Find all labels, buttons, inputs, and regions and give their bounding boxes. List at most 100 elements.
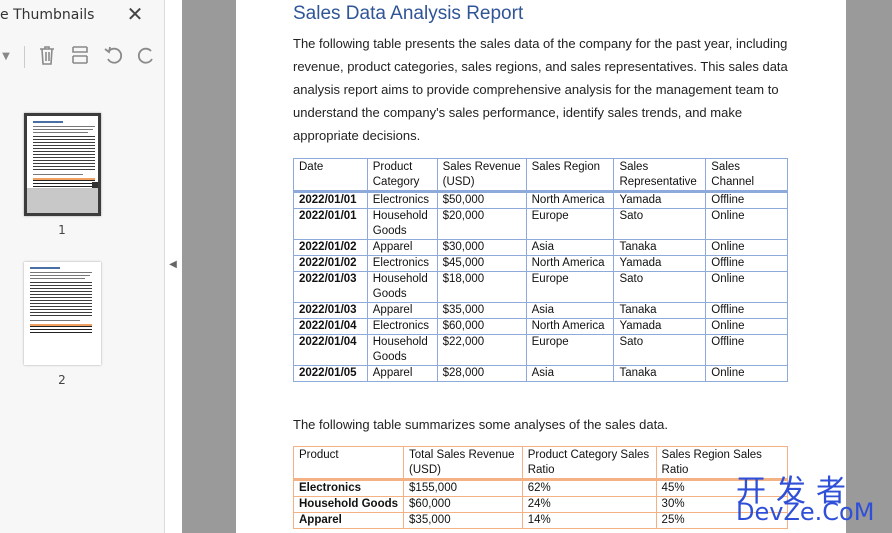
thumb-text-line (33, 174, 83, 175)
table-cell: Offline (705, 302, 788, 319)
table-cell: $155,000 (403, 479, 523, 497)
table-cell: Household Goods (366, 208, 438, 240)
table-cell: Europe (525, 334, 615, 366)
caret-down-icon: ▼ (2, 51, 10, 62)
column-header: Sales Representative (613, 158, 707, 193)
table-cell: $60,000 (403, 496, 523, 513)
table-cell: 2022/01/03 (293, 302, 368, 319)
thumb-table (30, 282, 92, 316)
close-icon: ✕ (126, 2, 144, 26)
table-cell: Apparel (366, 239, 438, 256)
document-viewer[interactable]: Sales Data Analysis Report The following… (182, 0, 892, 533)
table-cell: $18,000 (436, 271, 527, 303)
rotate-left-icon (104, 46, 123, 64)
table-cell: Sato (613, 271, 707, 303)
column-header: Date (293, 158, 368, 193)
page-thumbnail-2[interactable] (24, 262, 101, 365)
thumb-summary-table (30, 324, 92, 334)
table-cell: Electronics (366, 191, 438, 209)
table-cell: Asia (525, 302, 615, 319)
table-cell: Electronics (366, 255, 438, 272)
table-cell: Household Goods (292, 496, 405, 513)
table-cell: $50,000 (436, 191, 527, 209)
table-cell: 2022/01/02 (293, 239, 368, 256)
table-row: 2022/01/03 Apparel $35,000 Asia Tanaka Offlin… (293, 302, 788, 319)
table-cell: 2022/01/01 (293, 208, 368, 240)
table-cell: 2022/01/01 (293, 191, 368, 209)
sales-data-table: Date Product Category Sales Revenue (USD) Sal… (293, 158, 788, 382)
watermark-text-en: DevZe.CoM (736, 498, 875, 526)
thumbnails-panel: e Thumbnails ✕ ▼ 1 2 (0, 0, 165, 533)
table-cell: Electronics (366, 318, 438, 335)
table-row: Electronics $155,000 62% 45% (292, 479, 789, 497)
table-cell: 2022/01/04 (293, 334, 368, 366)
table-cell: Online (705, 239, 788, 256)
table-row: Apparel $35,000 14% 25% (292, 512, 789, 529)
thumb-summary-table (33, 178, 95, 188)
table-cell: Yamada (613, 318, 707, 335)
thumb-text-line (33, 126, 95, 127)
table-row: 2022/01/01 Household Goods $20,000 Europe Sa… (293, 208, 788, 240)
table-cell: Yamada (613, 191, 707, 209)
column-header: Sales Revenue (USD) (436, 158, 527, 193)
table-cell: $45,000 (436, 255, 527, 272)
thumb-resize-handle[interactable] (92, 182, 98, 188)
rotate-left-button[interactable] (103, 44, 125, 70)
table-header-row: Date Product Category Sales Revenue (USD) Sal… (293, 158, 788, 193)
caret-left-icon: ◀ (169, 259, 177, 270)
close-panel-button[interactable]: ✕ (125, 3, 145, 25)
page-thumbnail-1[interactable] (24, 113, 101, 216)
table-cell: Yamada (613, 255, 707, 272)
table-cell: 2022/01/02 (293, 255, 368, 272)
column-header: Sales Channel (705, 158, 788, 193)
thumb-viewport-shade (27, 188, 98, 213)
table-cell: Online (705, 365, 788, 382)
table-cell: 24% (521, 496, 657, 513)
table-cell: $30,000 (436, 239, 527, 256)
summary-paragraph: The following table summarizes some anal… (293, 417, 669, 432)
table-cell: North America (525, 255, 615, 272)
table-header-row: Product Total Sales Revenue (USD) Product C… (292, 446, 789, 481)
table-cell: Household Goods (366, 271, 438, 303)
toolbar-divider (24, 46, 25, 68)
table-cell: $60,000 (436, 318, 527, 335)
collapse-sidebar-button[interactable]: ◀ (167, 257, 179, 273)
table-cell: Apparel (292, 512, 405, 529)
options-dropdown-button[interactable]: ▼ (0, 44, 12, 70)
rotate-right-button[interactable] (135, 44, 157, 70)
table-cell: Online (705, 271, 788, 303)
table-cell: 14% (521, 512, 657, 529)
table-cell: Online (705, 208, 788, 240)
column-header: Product Category Sales Ratio (521, 446, 657, 481)
table-cell: Tanaka (613, 302, 707, 319)
table-cell: Tanaka (613, 365, 707, 382)
table-row: 2022/01/03 Household Goods $18,000 Europe Sa… (293, 271, 788, 303)
thumb-text-line (33, 132, 88, 133)
table-cell: $28,000 (436, 365, 527, 382)
table-cell: Europe (525, 208, 615, 240)
table-cell: 2022/01/03 (293, 271, 368, 303)
table-cell: Apparel (366, 302, 438, 319)
intro-paragraph: The following table presents the sales d… (293, 36, 788, 143)
page-number-label: 2 (58, 373, 66, 387)
table-cell: Europe (525, 271, 615, 303)
delete-page-button[interactable] (36, 44, 58, 70)
rotate-right-icon (137, 47, 153, 64)
table-cell: North America (525, 191, 615, 209)
table-cell: $35,000 (403, 512, 523, 529)
table-cell: Sato (613, 334, 707, 366)
extract-pages-button[interactable] (69, 44, 91, 70)
table-cell: $35,000 (436, 302, 527, 319)
table-cell: Sato (613, 208, 707, 240)
table-row: 2022/01/04 Electronics $60,000 North Americ… (293, 318, 788, 335)
table-cell: Online (705, 318, 788, 335)
thumb-title-mark (30, 267, 60, 269)
watermark-logo: 开发者 DevZe.CoM (736, 466, 886, 528)
table-cell: $20,000 (436, 208, 527, 240)
summary-table: Product Total Sales Revenue (USD) Product C… (292, 446, 789, 529)
extract-pages-icon (72, 46, 88, 64)
thumb-text-line (30, 272, 92, 273)
table-row: 2022/01/02 Electronics $45,000 North Americ… (293, 255, 788, 272)
column-header: Product Category (366, 158, 438, 193)
panel-title: e Thumbnails (0, 7, 95, 23)
